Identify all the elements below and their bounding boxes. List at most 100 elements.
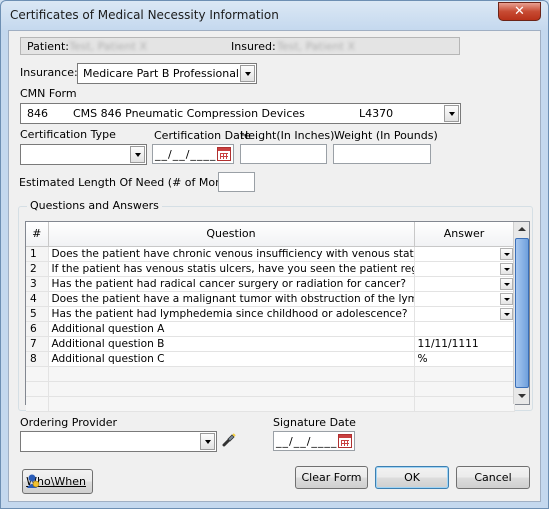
weight-input[interactable] [333, 144, 431, 164]
title-bar[interactable]: Certificates of Medical Necessity Inform… [1, 1, 548, 29]
table-row[interactable]: 2 If the patient has venous statis ulcers… [26, 261, 515, 277]
question-cell: If the patient has venous statis ulcers,… [48, 261, 415, 277]
question-cell: Additional question C [48, 351, 415, 367]
row-number: 6 [26, 321, 49, 337]
grid-vertical-scrollbar[interactable] [513, 222, 529, 404]
answer-cell[interactable] [414, 306, 515, 322]
questions-answers-title: Questions and Answers [27, 199, 162, 212]
answer-cell[interactable]: % [414, 351, 515, 367]
chevron-down-icon[interactable] [499, 307, 513, 320]
column-header-question[interactable]: Question [48, 222, 415, 247]
empty-cell [48, 366, 415, 382]
insured-name-value: Test, Patient X [277, 40, 355, 53]
signature-date-field[interactable]: __/__/____ [273, 431, 355, 451]
scroll-up-icon[interactable] [515, 223, 529, 237]
cmn-form-select[interactable]: 846 CMS 846 Pneumatic Compression Device… [20, 103, 461, 124]
row-number: 4 [26, 291, 49, 307]
ok-button[interactable]: OK [375, 466, 449, 489]
answer-cell[interactable] [414, 261, 515, 277]
chevron-down-icon[interactable] [499, 262, 513, 275]
height-input[interactable] [240, 144, 327, 164]
calendar-icon[interactable] [217, 147, 231, 161]
signature-date-value: __/__/____ [276, 435, 338, 448]
scroll-down-icon[interactable] [515, 389, 529, 403]
answer-value: % [417, 352, 428, 365]
chevron-down-icon[interactable] [444, 105, 459, 122]
dialog-body: Patient: Test, Patient X Insured: Test, … [8, 30, 541, 502]
answer-cell[interactable] [414, 246, 515, 262]
scrollbar-thumb[interactable] [515, 238, 529, 388]
patient-name-value: Test, Patient X [69, 40, 147, 53]
chevron-down-icon[interactable] [240, 65, 255, 82]
questions-table: # Question Answer 1 Does the patient have… [26, 222, 515, 412]
answer-cell[interactable] [414, 276, 515, 292]
window-title: Certificates of Medical Necessity Inform… [10, 8, 279, 22]
signature-date-label: Signature Date [273, 416, 356, 429]
answer-cell[interactable] [414, 291, 515, 307]
empty-cell [26, 381, 49, 397]
ordering-provider-label: Ordering Provider [20, 416, 118, 429]
insurance-label: Insurance: [20, 66, 78, 79]
answer-cell[interactable] [414, 321, 515, 337]
cmn-form-code: 846 [27, 107, 48, 120]
insurance-select[interactable]: Medicare Part B Professional [77, 63, 257, 84]
empty-cell [48, 381, 415, 397]
chevron-down-icon[interactable] [200, 433, 215, 450]
row-number: 5 [26, 306, 49, 322]
answer-value: 11/11/1111 [417, 337, 479, 350]
length-of-need-label: Estimated Length Of Need (# of Months): [19, 176, 248, 189]
empty-row [26, 366, 515, 382]
table-row[interactable]: 3 Has the patient had radical cancer surg… [26, 276, 515, 292]
table-row[interactable]: 4 Does the patient have a malignant tumor… [26, 291, 515, 307]
answer-cell[interactable]: 11/11/1111 [414, 336, 515, 352]
empty-cell [414, 381, 515, 397]
close-button[interactable]: ✕ [498, 2, 541, 21]
table-row[interactable]: 7 Additional question B 11/11/1111 [26, 336, 515, 352]
calendar-icon[interactable] [338, 434, 352, 448]
weight-label: Weight (In Pounds) [334, 129, 438, 142]
cmn-form-label: CMN Form [20, 87, 77, 100]
clear-form-button[interactable]: Clear Form [295, 466, 368, 489]
row-number: 2 [26, 261, 49, 277]
who-when-icon [27, 474, 40, 488]
empty-cell [26, 396, 49, 412]
questions-grid[interactable]: # Question Answer 1 Does the patient have… [25, 221, 530, 412]
patient-label: Patient: [27, 40, 70, 53]
table-row[interactable]: 5 Has the patient had lymphedemia since c… [26, 306, 515, 322]
length-of-need-input[interactable] [218, 172, 255, 192]
patient-info-bar: Patient: Test, Patient X Insured: Test, … [20, 37, 460, 55]
question-cell: Additional question B [48, 336, 415, 352]
insurance-select-value: Medicare Part B Professional [83, 67, 239, 80]
table-row[interactable]: 1 Does the patient have chronic venous in… [26, 246, 515, 262]
cancel-button[interactable]: Cancel [456, 466, 530, 489]
cmn-form-name: CMS 846 Pneumatic Compression Devices [73, 107, 305, 120]
row-number: 8 [26, 351, 49, 367]
question-cell: Does the patient have a malignant tumor … [48, 291, 415, 307]
question-cell: Additional question A [48, 321, 415, 337]
chevron-down-icon[interactable] [499, 277, 513, 290]
chevron-down-icon[interactable] [499, 292, 513, 305]
table-row[interactable]: 8 Additional question C% [26, 351, 515, 367]
empty-cell [26, 366, 49, 382]
chevron-down-icon[interactable] [130, 146, 145, 163]
chevron-down-icon[interactable] [499, 247, 513, 260]
insured-label: Insured: [231, 40, 276, 53]
question-cell: Has the patient had lymphedemia since ch… [48, 306, 415, 322]
row-number: 7 [26, 336, 49, 352]
questions-answers-group: Questions and Answers # Question Answer … [18, 199, 533, 412]
question-cell: Has the patient had radical cancer surge… [48, 276, 415, 292]
column-header-num[interactable]: # [26, 222, 49, 247]
flashlight-search-icon[interactable] [222, 433, 236, 447]
empty-row [26, 396, 515, 412]
who-when-button[interactable]: Who\When [22, 469, 93, 494]
table-row[interactable]: 6 Additional question A [26, 321, 515, 337]
certification-type-label: Certification Type [20, 128, 116, 141]
ordering-provider-select[interactable] [20, 431, 217, 452]
height-label: Height(In Inches) [240, 129, 335, 142]
row-number: 1 [26, 246, 49, 262]
certification-type-select[interactable] [20, 144, 147, 165]
certification-date-field[interactable]: __/__/____ [152, 144, 234, 164]
column-header-answer[interactable]: Answer [414, 222, 515, 247]
empty-cell [414, 366, 515, 382]
cmn-dialog-window: Certificates of Medical Necessity Inform… [0, 0, 549, 509]
